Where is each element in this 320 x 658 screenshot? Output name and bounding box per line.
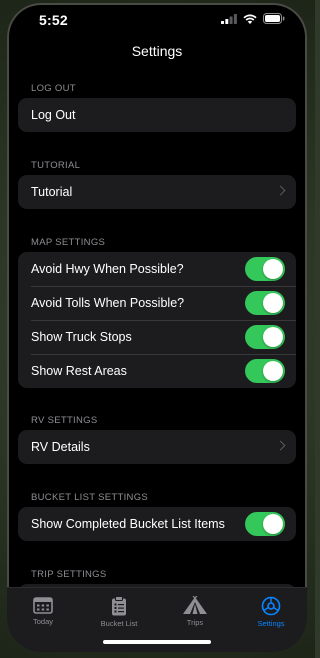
avoid-hwy-toggle[interactable] [245,257,285,281]
clipboard-icon [112,596,126,616]
section-header-log-out: LOG OUT [31,83,76,94]
show-completed-bucket-list-label: Show Completed Bucket List Items [31,517,225,531]
rv-details-row[interactable]: RV Details [18,430,296,464]
section-header-bucket-list-settings: BUCKET LIST SETTINGS [31,492,149,503]
gear-icon [261,596,281,616]
tab-today-label: Today [32,617,53,626]
group-tutorial: Tutorial [18,175,296,209]
avoid-tolls-label: Avoid Tolls When Possible? [31,296,185,310]
section-header-rv-settings: RV SETTINGS [31,415,98,426]
group-rv-settings: RV Details [18,430,296,464]
page-title: Settings [131,43,183,59]
phone-screen: 5:52 Settings LOG OUT Log Out TUTORIAL T… [7,3,307,652]
rv-details-label: RV Details [31,440,90,454]
group-log-out: Log Out [18,98,296,132]
chevron-right-icon [275,440,286,451]
chevron-right-icon [275,185,286,196]
avoid-tolls-row: Avoid Tolls When Possible? [18,286,296,320]
toggle-knob [263,327,283,347]
device-background: 5:52 Settings LOG OUT Log Out TUTORIAL T… [0,0,315,658]
log-out-row[interactable]: Log Out [18,98,296,132]
show-completed-bucket-list-toggle[interactable] [245,512,285,536]
show-rest-areas-label: Show Rest Areas [31,364,127,378]
tab-settings[interactable]: Settings [241,596,301,628]
section-header-tutorial: TUTORIAL [31,160,81,171]
avoid-hwy-row: Avoid Hwy When Possible? [18,252,296,286]
toggle-knob [263,514,283,534]
status-bar: 5:52 [7,3,307,37]
toggle-knob [263,361,283,381]
tab-settings-label: Settings [257,619,285,628]
section-header-trip-settings: TRIP SETTINGS [31,569,107,580]
battery-icon [263,13,285,24]
show-truck-stops-label: Show Truck Stops [31,330,132,344]
tab-trips[interactable]: Trips [165,596,225,627]
wifi-icon [243,14,257,24]
show-rest-areas-toggle[interactable] [245,359,285,383]
show-truck-stops-toggle[interactable] [245,325,285,349]
show-rest-areas-row: Show Rest Areas [18,354,296,388]
tab-today[interactable]: Today [13,596,73,626]
toggle-knob [263,259,283,279]
avoid-tolls-toggle[interactable] [245,291,285,315]
group-map-settings: Avoid Hwy When Possible? Avoid Tolls Whe… [18,252,296,388]
tab-bucket-list[interactable]: Bucket List [89,596,149,628]
tutorial-row[interactable]: Tutorial [18,175,296,209]
status-time: 5:52 [39,12,68,28]
toggle-knob [263,293,283,313]
tutorial-label: Tutorial [31,185,73,199]
home-indicator[interactable] [103,640,211,644]
tab-bucket-list-label: Bucket List [100,619,138,628]
status-icons [221,13,285,24]
log-out-label: Log Out [31,108,76,122]
show-completed-bucket-list-row: Show Completed Bucket List Items [18,507,296,541]
group-bucket-list-settings: Show Completed Bucket List Items [18,507,296,541]
cellular-signal-icon [221,13,237,24]
section-header-map-settings: MAP SETTINGS [31,237,106,248]
avoid-hwy-label: Avoid Hwy When Possible? [31,262,184,276]
settings-list[interactable]: LOG OUT Log Out TUTORIAL Tutorial MAP SE… [7,67,307,587]
tent-icon [183,596,207,614]
calendar-icon [33,597,53,614]
tab-trips-label: Trips [186,618,204,627]
show-truck-stops-row: Show Truck Stops [18,320,296,354]
